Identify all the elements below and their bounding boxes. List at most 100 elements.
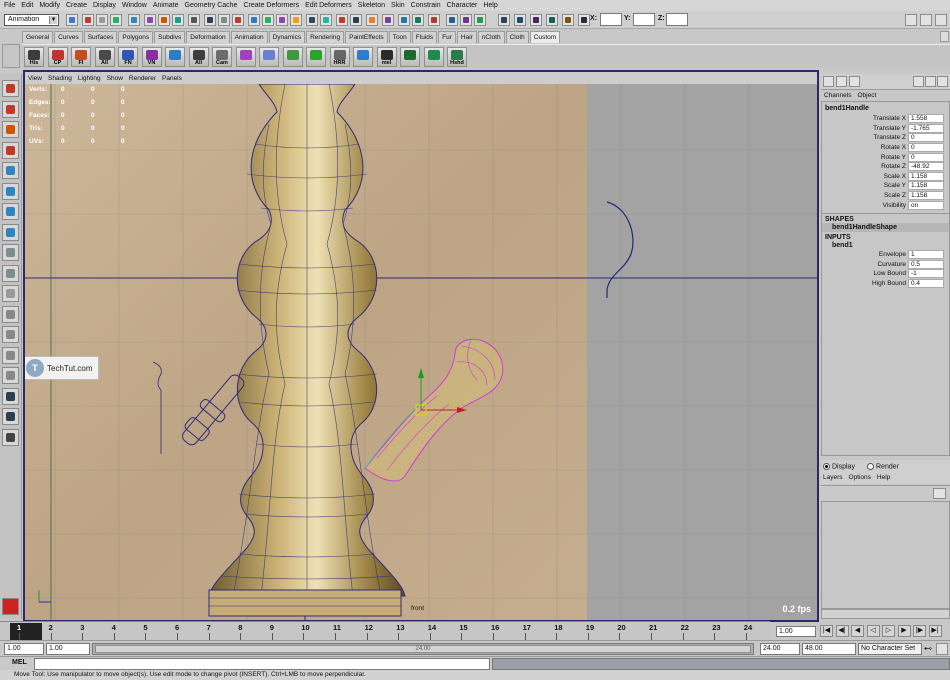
- menu-create[interactable]: Create: [64, 0, 91, 11]
- play-icon[interactable]: [306, 47, 326, 67]
- status-tool-icon-33[interactable]: [562, 14, 574, 26]
- cross-icon[interactable]: [353, 47, 373, 67]
- attribute-editor-icon[interactable]: [905, 14, 917, 26]
- status-tool-icon-21[interactable]: [366, 14, 378, 26]
- current-frame-marker[interactable]: [10, 623, 42, 640]
- menu-skeleton[interactable]: Skeleton: [356, 0, 389, 11]
- universal-manip-icon[interactable]: [2, 203, 19, 220]
- channel-label[interactable]: Low Bound: [822, 270, 908, 277]
- shelf-tab-animation[interactable]: Animation: [230, 31, 268, 43]
- panel-menu-lighting[interactable]: Lighting: [78, 75, 107, 82]
- scale-tool-icon[interactable]: [2, 182, 19, 200]
- hist-icon[interactable]: His: [24, 47, 44, 67]
- step-back-frame-icon[interactable]: ◀: [851, 625, 864, 637]
- layer-list[interactable]: [821, 501, 950, 609]
- arrow-down-icon[interactable]: [423, 47, 444, 67]
- channel-value[interactable]: 1: [908, 250, 944, 260]
- fn-icon[interactable]: FN: [118, 47, 138, 67]
- paint-select-icon[interactable]: [2, 121, 19, 138]
- shelf-tab-general[interactable]: General: [22, 31, 54, 43]
- channel-value[interactable]: 0: [908, 143, 944, 153]
- step-forward-frame-icon[interactable]: ▶: [897, 625, 911, 637]
- menu-edit[interactable]: Edit: [19, 0, 37, 11]
- go-to-start-icon[interactable]: |◀: [820, 625, 833, 637]
- menu-window[interactable]: Window: [120, 0, 151, 11]
- channel-value[interactable]: 1.558: [908, 114, 944, 124]
- channel-row-rotate-z[interactable]: Rotate Z -48.92: [822, 162, 949, 172]
- channel-box-toggle-icon[interactable]: [937, 76, 948, 87]
- cam-icon[interactable]: Cam: [212, 47, 232, 67]
- shelf-tab-rendering[interactable]: Rendering: [306, 31, 345, 43]
- status-tool-icon-15[interactable]: [276, 14, 288, 26]
- outliner-layout-icon[interactable]: [2, 326, 19, 343]
- channel-value[interactable]: 0: [908, 152, 944, 162]
- channel-label[interactable]: Scale Z: [822, 192, 908, 199]
- panel-menu-panels[interactable]: Panels: [162, 75, 188, 82]
- shelf-tab-deformation[interactable]: Deformation: [186, 31, 230, 43]
- shelf-tab-fur[interactable]: Fur: [438, 31, 456, 43]
- move-icon[interactable]: [282, 47, 303, 67]
- channel-row-translate-z[interactable]: Translate Z0: [822, 133, 949, 143]
- graph-layout-icon[interactable]: [2, 346, 19, 364]
- status-tool-icon-23[interactable]: [398, 14, 410, 26]
- end-time-field[interactable]: 48.00: [802, 643, 856, 655]
- mel-icon[interactable]: mel: [376, 47, 397, 67]
- key-icon[interactable]: ⊷: [924, 644, 932, 653]
- status-tool-icon-20[interactable]: [350, 14, 362, 26]
- channel-label[interactable]: Rotate Y: [822, 154, 908, 161]
- character-set-dropdown[interactable]: No Character Set: [858, 643, 922, 655]
- status-tool-icon-30[interactable]: [514, 14, 526, 26]
- status-tool-icon-31[interactable]: [530, 14, 542, 26]
- cp-icon[interactable]: CP: [47, 47, 68, 67]
- all-icon[interactable]: All: [94, 47, 115, 67]
- shelf-tab-ncloth[interactable]: nCloth: [477, 31, 505, 43]
- channel-row-translate-y[interactable]: Translate Y -1.765: [822, 123, 949, 134]
- all2-icon[interactable]: All: [188, 47, 209, 67]
- chevron-down-icon[interactable]: ▼: [49, 16, 57, 24]
- animation-prefs-icon[interactable]: [936, 643, 948, 655]
- status-tool-icon-34[interactable]: [578, 14, 590, 26]
- shelf-tab-fluids[interactable]: Fluids: [411, 31, 438, 43]
- status-tool-icon-9[interactable]: [188, 14, 200, 26]
- status-tool-icon-24[interactable]: [412, 14, 424, 26]
- channel-row-low-bound[interactable]: Low Bound -1: [822, 269, 949, 279]
- channel-value[interactable]: -1: [908, 269, 944, 279]
- render-radio[interactable]: [867, 463, 874, 470]
- range-track[interactable]: 24.00: [92, 643, 754, 655]
- playback-start-field[interactable]: 1.00: [46, 643, 90, 655]
- lasso-tool-icon[interactable]: [2, 100, 19, 118]
- current-frame-field[interactable]: 1.00: [776, 626, 816, 637]
- step-back-key-icon[interactable]: ◀|: [835, 625, 849, 637]
- trash-icon[interactable]: [940, 31, 949, 42]
- channel-value[interactable]: 0.4: [908, 279, 944, 289]
- channel-row-high-bound[interactable]: High Bound 0.4: [822, 279, 949, 289]
- render-layout-icon[interactable]: [2, 408, 19, 425]
- status-tool-icon-17[interactable]: [306, 14, 318, 26]
- channel-value[interactable]: 1.158: [908, 171, 944, 181]
- status-tool-icon-7[interactable]: [158, 14, 170, 26]
- channel-value[interactable]: -1.765: [908, 123, 944, 133]
- channel-row-rotate-x[interactable]: Rotate X0: [822, 143, 949, 153]
- time-slider[interactable]: 1 2 3 4 5 6 7 8 9 10 11 12 13 14 15 16 17 18 19 20 21 22 23 24: [0, 621, 770, 640]
- tool-settings-icon[interactable]: [920, 14, 932, 26]
- status-tool-icon-11[interactable]: [218, 14, 230, 26]
- shelf-tab-cloth[interactable]: Cloth: [505, 31, 529, 43]
- single-pane-icon[interactable]: [2, 285, 19, 302]
- status-tool-icon-22[interactable]: [382, 14, 394, 26]
- status-tool-icon-28[interactable]: [474, 14, 486, 26]
- shape-node-name[interactable]: bend1HandleShape: [822, 222, 949, 232]
- channel-row-rotate-y[interactable]: Rotate Y0: [822, 152, 949, 162]
- menu-help[interactable]: Help: [481, 0, 501, 11]
- status-tool-icon-6[interactable]: [144, 14, 156, 26]
- front-viewport[interactable]: View Shading Lighting Show Renderer Panels: [23, 70, 819, 622]
- status-tool-icon-13[interactable]: [248, 14, 260, 26]
- channel-box-icon[interactable]: [935, 14, 947, 26]
- status-tool-icon-10[interactable]: [204, 14, 216, 26]
- channel-row-translate-x[interactable]: Translate X 1.558: [822, 114, 949, 124]
- status-tool-icon-5[interactable]: [128, 14, 140, 26]
- channel-label[interactable]: Curvature: [822, 261, 908, 268]
- select-tool-icon[interactable]: [2, 80, 19, 97]
- play-forward-icon[interactable]: ▷: [882, 625, 895, 637]
- panel-menu-shading[interactable]: Shading: [48, 75, 78, 82]
- channel-menu-object[interactable]: Object: [854, 91, 879, 101]
